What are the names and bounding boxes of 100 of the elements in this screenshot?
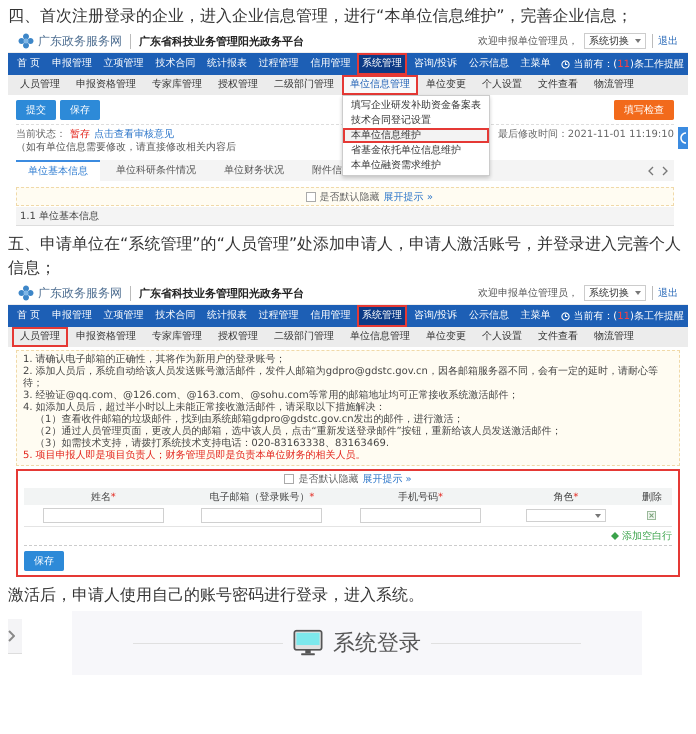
- subnav-item[interactable]: 文件查看: [530, 75, 586, 95]
- logo-icon: [18, 285, 34, 301]
- subnav-item[interactable]: 人员管理: [12, 75, 68, 95]
- subnav-item[interactable]: 二级部门管理: [266, 75, 342, 95]
- subnav-item[interactable]: 单位变更: [418, 75, 474, 95]
- chevron-right-icon[interactable]: [8, 630, 15, 642]
- nav-tab[interactable]: 技术合同: [150, 53, 200, 75]
- notice-line: 4. 如添加人员后，超过半小时以上未能正常接收激活邮件，请采取以下措施解决：: [23, 402, 387, 414]
- tab[interactable]: 单位财务状况: [212, 161, 296, 180]
- action-button[interactable]: 保存: [60, 100, 100, 120]
- nav-tab[interactable]: 信用管理: [305, 53, 356, 75]
- nav-tab[interactable]: 技术合同: [150, 305, 200, 327]
- nav-tab[interactable]: 首 页: [12, 305, 46, 327]
- tab[interactable]: 单位科研条件情况: [104, 161, 208, 180]
- site-name: 广东政务服务网: [38, 32, 122, 50]
- nav-tab[interactable]: 立项管理: [98, 305, 149, 327]
- reminder-text[interactable]: 当前有：(11)条工作提醒: [573, 309, 684, 323]
- subnav-item[interactable]: 申报资格管理: [68, 327, 144, 347]
- checkbox-label: 是否默认隐藏: [298, 472, 358, 486]
- add-icon[interactable]: [611, 532, 619, 540]
- menu-item[interactable]: 填写企业研发补助资金备案表: [343, 98, 489, 113]
- notice-line: （2）通过人员管理页面，更改人员的邮箱，选中该人员，点击“重新发送登录邮件”按钮，重新给该人员发送激活邮件；: [34, 426, 563, 438]
- nav-tab[interactable]: 公示信息: [464, 53, 514, 75]
- checkbox[interactable]: [306, 192, 316, 202]
- subnav-item[interactable]: 单位变更: [418, 327, 474, 347]
- status-value: 暂存: [70, 128, 90, 141]
- input-field[interactable]: [42, 508, 164, 523]
- caret-icon: [635, 39, 641, 43]
- expand-link[interactable]: 展开提示 »: [362, 472, 412, 486]
- role-select[interactable]: [526, 509, 606, 522]
- menu-item[interactable]: 省基金依托单位信息维护: [343, 143, 489, 158]
- subnav-item[interactable]: 授权管理: [210, 75, 266, 95]
- subnav-item[interactable]: 人员管理: [12, 327, 68, 347]
- menu-item[interactable]: 本单位信息维护: [343, 128, 489, 143]
- review-link[interactable]: 点击查看审核意见: [94, 128, 174, 141]
- caret-icon: [635, 291, 641, 295]
- logout-link[interactable]: 退出: [652, 34, 678, 48]
- input-field[interactable]: [201, 508, 322, 523]
- nav-tab[interactable]: 咨询/投诉: [408, 53, 462, 75]
- nav-tab[interactable]: 主菜单: [516, 53, 556, 75]
- step-heading: 四、首次注册登录的企业，进入企业信息管理，进行“本单位信息维护”，完善企业信息；: [8, 5, 634, 27]
- menu-item[interactable]: 本单位融资需求维护: [343, 158, 489, 173]
- subnav-item[interactable]: 物流管理: [586, 327, 642, 347]
- subnav-item[interactable]: 物流管理: [586, 75, 642, 95]
- nav-tab[interactable]: 公示信息: [464, 305, 514, 327]
- column-header: 电子邮箱（登录账号）*: [209, 490, 314, 504]
- delete-icon[interactable]: [647, 511, 656, 520]
- clock-icon: [561, 60, 570, 68]
- notice-line: （3）如需技术支持，请拨打系统技术支持电话：020-83163338、83163469.: [34, 438, 390, 450]
- menu-item[interactable]: 技术合同登记设置: [343, 113, 489, 128]
- system-switch-select[interactable]: 系统切换: [584, 33, 646, 49]
- subnav-item[interactable]: 二级部门管理: [266, 327, 342, 347]
- nav-tab[interactable]: 过程管理: [254, 305, 304, 327]
- subnav-item[interactable]: 个人设置: [474, 327, 530, 347]
- subnav-item[interactable]: 单位信息管理: [342, 75, 418, 95]
- subnav-item[interactable]: 文件查看: [530, 327, 586, 347]
- subnav-item[interactable]: 授权管理: [210, 327, 266, 347]
- nav-tab[interactable]: 咨询/投诉: [408, 305, 462, 327]
- subnav-item[interactable]: 申报资格管理: [68, 75, 144, 95]
- action-button[interactable]: 提交: [16, 100, 56, 120]
- nav-tab[interactable]: 申报管理: [46, 53, 97, 75]
- nav-tab[interactable]: 统计报表: [202, 53, 252, 75]
- logout-link[interactable]: 退出: [652, 286, 678, 300]
- input-field[interactable]: [360, 508, 481, 523]
- nav-tab[interactable]: 信用管理: [305, 305, 356, 327]
- site-name: 广东政务服务网: [38, 284, 122, 302]
- reminder-text[interactable]: 当前有：(11)条工作提醒: [573, 57, 684, 71]
- platform-title: 广东省科技业务管理阳光政务平台: [130, 286, 304, 300]
- checkbox[interactable]: [284, 474, 294, 484]
- subnav-item[interactable]: 个人设置: [474, 75, 530, 95]
- subnav-item[interactable]: 专家库管理: [144, 327, 210, 347]
- platform-title: 广东省科技业务管理阳光政务平台: [130, 34, 304, 48]
- add-row-link[interactable]: 添加空白行: [622, 529, 672, 543]
- nav-tab[interactable]: 首 页: [12, 53, 46, 75]
- nav-tab[interactable]: 系统管理: [357, 305, 408, 327]
- column-header: 姓名*: [90, 490, 116, 504]
- side-tab-icon[interactable]: [678, 127, 688, 149]
- notice-line: 1. 请确认电子邮箱的正确性，其将作为新用户的登录账号；: [23, 354, 287, 366]
- nav-tab[interactable]: 申报管理: [46, 305, 97, 327]
- system-switch-select[interactable]: 系统切换: [584, 285, 646, 301]
- save-button[interactable]: 保存: [24, 551, 64, 571]
- nav-tab[interactable]: 过程管理: [254, 53, 304, 75]
- chevron-left-icon[interactable]: [648, 166, 654, 176]
- welcome-text: 欢迎申报单位管理员，: [478, 34, 578, 48]
- section-title: 1.1 单位基本信息: [16, 207, 674, 226]
- expand-link[interactable]: 展开提示 »: [384, 190, 433, 204]
- nav-tab[interactable]: 主菜单: [516, 305, 556, 327]
- nav-tab[interactable]: 统计报表: [202, 305, 252, 327]
- notice-line: 2. 添加人员后，系统自动给该人员发送账号激活邮件，发件人邮箱为gdpro@gdstc.gov.cn，因各邮箱服务器不同，会有一定的延时，请耐心等待；: [23, 366, 659, 390]
- subnav-item[interactable]: 专家库管理: [144, 75, 210, 95]
- welcome-text: 欢迎申报单位管理员，: [478, 286, 578, 300]
- status-label: 当前状态：: [16, 128, 66, 141]
- column-header: 角色*: [553, 490, 578, 504]
- subnav-item[interactable]: 单位信息管理: [342, 327, 418, 347]
- notice-line: 3. 经验证@qq.com、@126.com、@163.com、@sohu.com等常用的邮箱地址均可正常接收系统激活邮件；: [23, 390, 520, 402]
- nav-tab[interactable]: 系统管理: [357, 53, 408, 75]
- nav-tab[interactable]: 立项管理: [98, 53, 149, 75]
- clock-icon: [561, 312, 570, 320]
- chevron-right-icon[interactable]: [662, 166, 668, 176]
- tab[interactable]: 单位基本信息: [16, 160, 100, 181]
